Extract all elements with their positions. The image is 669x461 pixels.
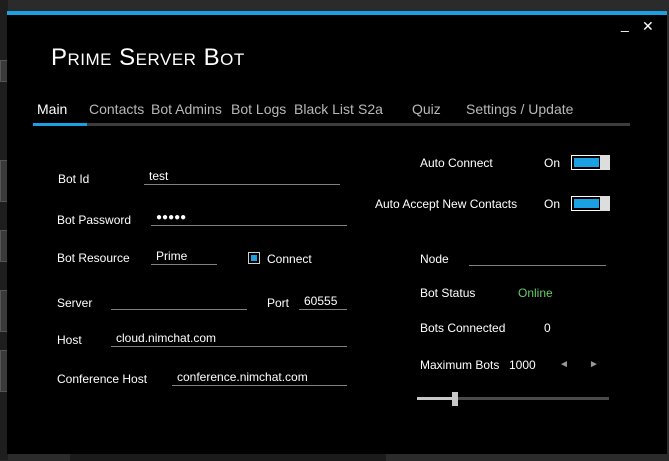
bot-resource-label: Bot Resource — [57, 251, 130, 265]
port-value: 60555 — [304, 294, 338, 308]
auto-accept-state: On — [544, 197, 561, 211]
minimize-icon[interactable]: _ — [621, 17, 629, 31]
connect-checkbox-mark — [251, 255, 257, 261]
server-input[interactable] — [111, 294, 247, 310]
max-bots-label: Maximum Bots — [420, 358, 500, 372]
host-input[interactable]: cloud.nimchat.com — [111, 331, 347, 347]
tab-main[interactable]: Main — [37, 101, 67, 117]
bots-connected-label: Bots Connected — [420, 321, 506, 335]
max-bots-slider[interactable] — [417, 392, 609, 406]
auto-accept-toggle[interactable] — [571, 196, 610, 211]
auto-accept-toggle-track — [574, 199, 599, 208]
port-label: Port — [267, 296, 290, 310]
conference-host-value: conference.nimchat.com — [177, 370, 308, 384]
auto-connect-toggle[interactable] — [571, 155, 610, 170]
close-icon[interactable]: ✕ — [642, 19, 654, 33]
bot-id-value: test — [149, 169, 169, 183]
node-label: Node — [420, 252, 449, 266]
auto-connect-toggle-knob — [600, 155, 610, 170]
bot-password-value: ●●●●● — [156, 212, 187, 223]
node-input[interactable] — [469, 250, 606, 266]
slider-thumb[interactable] — [452, 392, 458, 406]
connect-label: Connect — [267, 252, 312, 266]
tab-settings-update[interactable]: Settings / Update — [466, 101, 573, 117]
auto-connect-toggle-track — [574, 158, 599, 167]
bot-password-input[interactable]: ●●●●● — [151, 210, 347, 226]
tab-s2a[interactable]: S2a — [358, 101, 383, 117]
auto-accept-label: Auto Accept New Contacts — [375, 197, 518, 211]
host-value: cloud.nimchat.com — [116, 331, 217, 345]
tab-bot-admins[interactable]: Bot Admins — [151, 101, 222, 117]
host-label: Host — [57, 333, 82, 347]
bots-connected-value: 0 — [544, 321, 551, 335]
app-title: Prime Server Bot — [51, 44, 245, 71]
bot-resource-input[interactable]: Prime — [151, 249, 217, 265]
auto-connect-label: Auto Connect — [420, 156, 493, 170]
auto-connect-state: On — [544, 156, 561, 170]
server-label: Server — [57, 296, 93, 310]
tab-quiz[interactable]: Quiz — [412, 101, 441, 117]
slider-fill — [417, 397, 455, 400]
tab-bar: Main Contacts Bot Admins Bot Logs Black … — [7, 101, 667, 131]
conference-host-input[interactable]: conference.nimchat.com — [172, 370, 347, 386]
tab-black-list[interactable]: Black List — [294, 101, 354, 117]
auto-accept-toggle-knob — [600, 196, 610, 211]
tab-divider — [33, 123, 630, 126]
app-window: _ ✕ Prime Server Bot Main Contacts Bot A… — [7, 11, 667, 454]
max-bots-increase-icon[interactable]: ► — [589, 359, 599, 370]
tab-bot-logs[interactable]: Bot Logs — [231, 101, 286, 117]
bot-status-label: Bot Status — [420, 286, 476, 300]
bot-id-label: Bot Id — [58, 172, 90, 186]
bot-id-input[interactable]: test — [144, 169, 340, 185]
conference-host-label: Conference Host — [57, 372, 148, 386]
port-input[interactable]: 60555 — [299, 294, 347, 310]
bot-resource-value: Prime — [156, 249, 188, 263]
max-bots-decrease-icon[interactable]: ◄ — [559, 359, 569, 370]
tab-contacts[interactable]: Contacts — [89, 101, 144, 117]
max-bots-value: 1000 — [509, 358, 536, 372]
bot-status-value: Online — [518, 286, 553, 300]
tab-active-indicator — [33, 123, 87, 126]
bot-password-label: Bot Password — [57, 213, 132, 227]
connect-checkbox[interactable] — [248, 252, 260, 264]
